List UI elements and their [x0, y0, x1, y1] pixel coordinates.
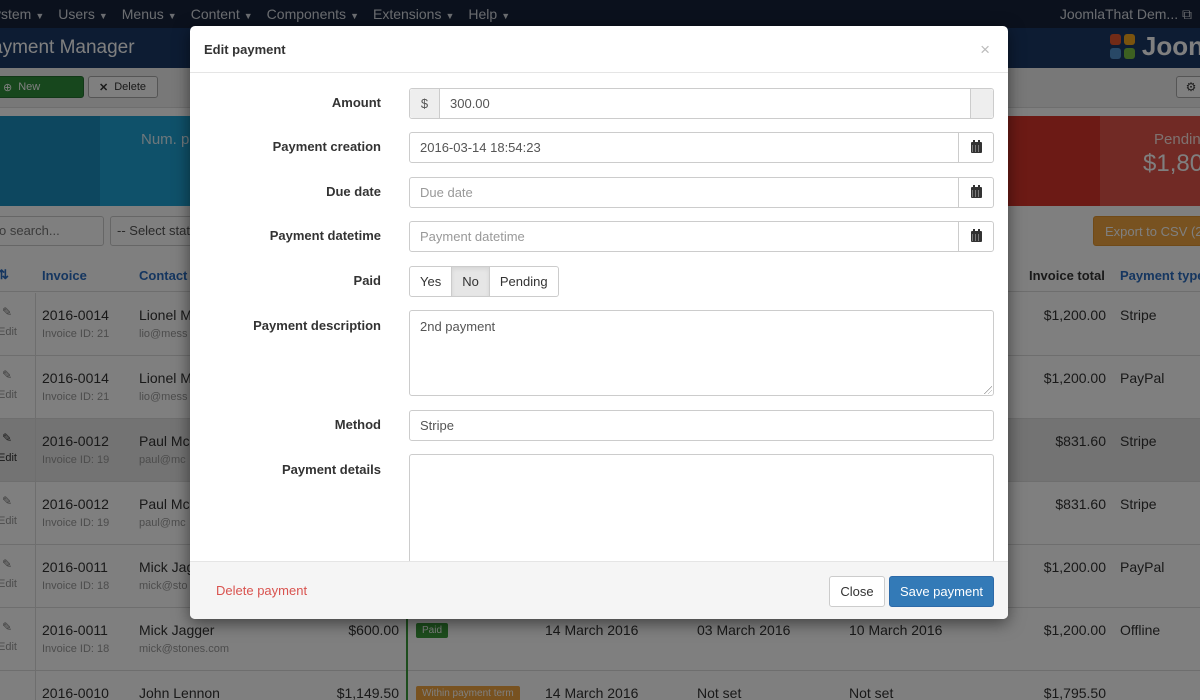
- edit-payment-modal: Edit payment × Amount $ 300.00 Payment c…: [190, 26, 1008, 619]
- close-icon[interactable]: ×: [980, 40, 990, 60]
- creation-field[interactable]: 2016-03-14 18:54:23: [409, 132, 994, 163]
- datetime-label: Payment datetime: [269, 228, 381, 243]
- modal-footer: Delete payment Close Save payment: [190, 561, 1008, 619]
- description-value: 2nd payment: [420, 319, 496, 334]
- save-payment-button[interactable]: Save payment: [889, 576, 994, 607]
- currency-addon: $: [410, 89, 440, 118]
- paid-pending-button[interactable]: Pending: [488, 266, 559, 297]
- method-field[interactable]: Stripe: [409, 410, 994, 441]
- datetime-field[interactable]: Payment datetime: [409, 221, 994, 252]
- method-value: Stripe: [420, 418, 454, 433]
- resize-handle-icon[interactable]: [984, 386, 992, 394]
- paid-no-button[interactable]: No: [451, 266, 490, 297]
- description-label: Payment description: [253, 318, 381, 333]
- modal-body: Amount $ 300.00 Payment creation 2016-03…: [190, 74, 1008, 561]
- modal-title: Edit payment: [204, 42, 286, 57]
- amount-addon-right: [970, 89, 993, 118]
- datetime-calendar-button[interactable]: [958, 222, 993, 251]
- creation-calendar-button[interactable]: [958, 133, 993, 162]
- calendar-icon: [970, 140, 982, 153]
- calendar-icon: [970, 229, 982, 242]
- due-date-placeholder: Due date: [420, 185, 473, 200]
- amount-value: 300.00: [450, 96, 490, 111]
- paid-label: Paid: [353, 273, 381, 288]
- amount-field[interactable]: $ 300.00: [409, 88, 994, 119]
- paid-toggle-group: Yes No Pending: [409, 266, 559, 297]
- datetime-placeholder: Payment datetime: [420, 229, 525, 244]
- creation-value: 2016-03-14 18:54:23: [420, 140, 541, 155]
- calendar-icon: [970, 185, 982, 198]
- details-label: Payment details: [282, 462, 381, 477]
- due-date-label: Due date: [326, 184, 381, 199]
- delete-payment-button[interactable]: Delete payment: [216, 583, 307, 598]
- creation-label: Payment creation: [272, 139, 381, 154]
- due-date-calendar-button[interactable]: [958, 178, 993, 207]
- modal-header: Edit payment ×: [190, 26, 1008, 73]
- details-textarea[interactable]: [409, 454, 994, 561]
- amount-label: Amount: [331, 95, 381, 110]
- description-textarea[interactable]: 2nd payment: [409, 310, 994, 396]
- paid-yes-button[interactable]: Yes: [409, 266, 453, 297]
- method-label: Method: [334, 417, 381, 432]
- close-button[interactable]: Close: [829, 576, 885, 607]
- due-date-field[interactable]: Due date: [409, 177, 994, 208]
